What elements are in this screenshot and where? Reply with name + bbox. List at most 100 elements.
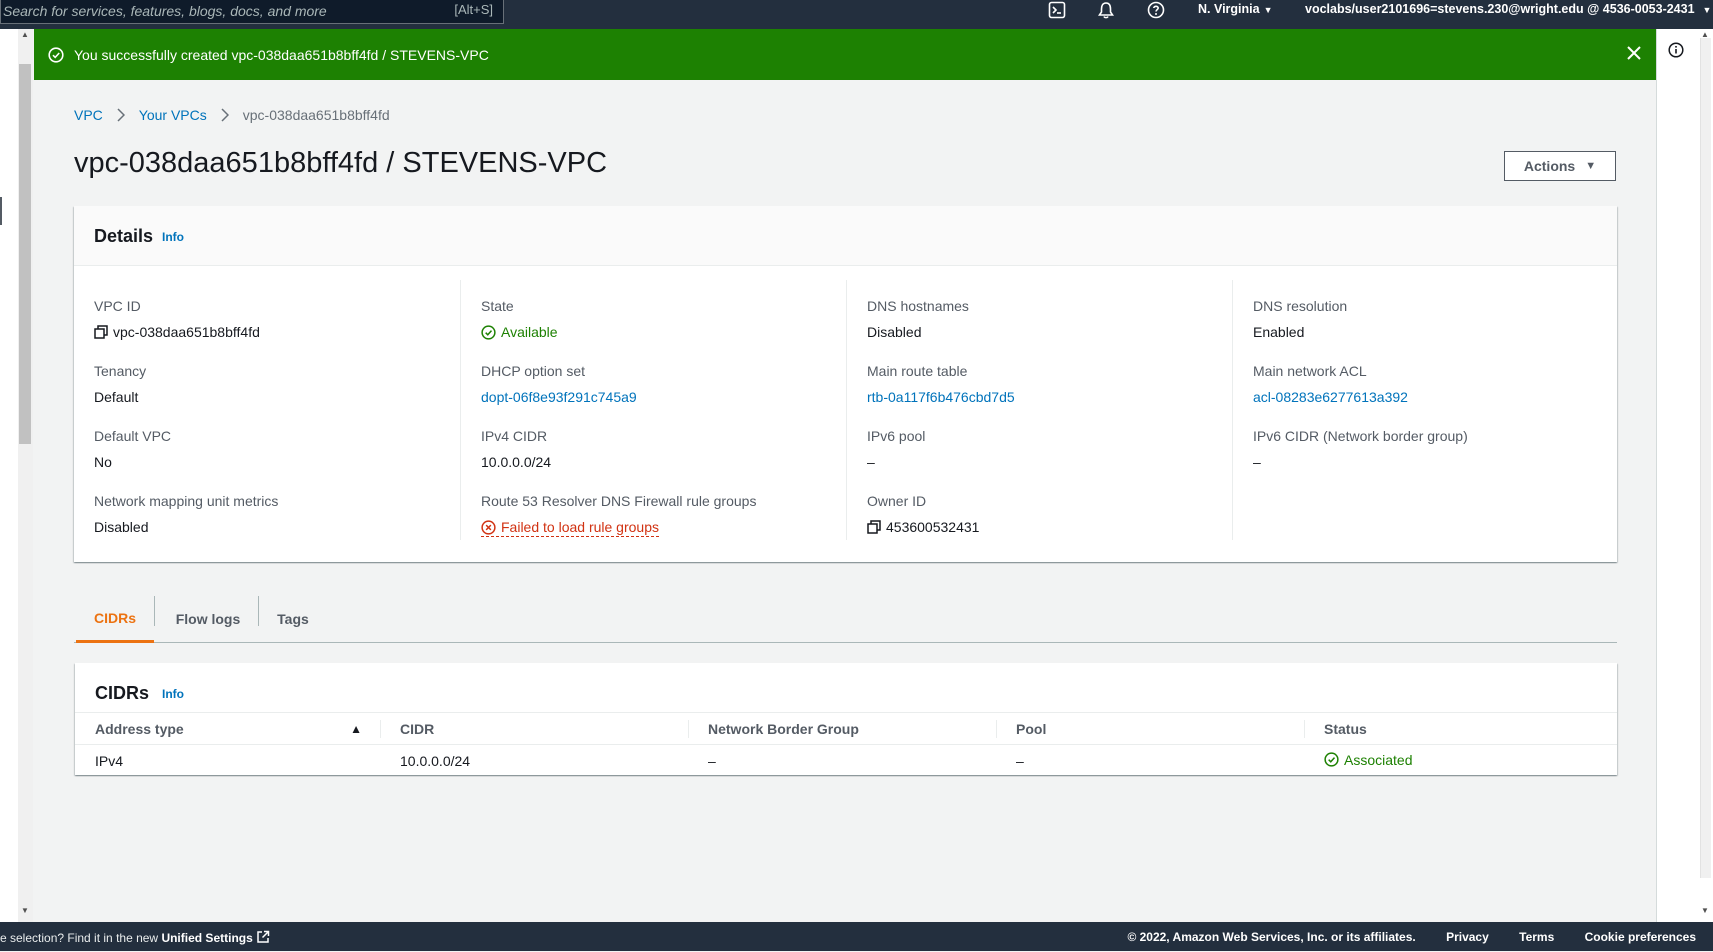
breadcrumb-vpc[interactable]: VPC — [74, 107, 103, 123]
close-icon[interactable] — [1626, 45, 1642, 66]
caret-down-icon: ▼ — [1263, 5, 1273, 15]
details-column-1: VPC ID vpc-038daa651b8bff4fd Tenancy Def… — [74, 280, 460, 540]
field-main-route-table: Main route table rtb-0a117f6b476cbd7d5 — [867, 363, 1015, 405]
table-row[interactable]: IPv4 10.0.0.0/24 – – Associated — [75, 745, 1617, 778]
cloudshell-icon[interactable] — [1045, 0, 1069, 20]
privacy-link[interactable]: Privacy — [1446, 930, 1489, 944]
chevron-right-icon — [117, 108, 125, 122]
field-label: Main route table — [867, 363, 968, 379]
copy-icon[interactable] — [94, 325, 108, 339]
external-link-icon[interactable] — [256, 930, 270, 944]
notice-text: e selection? Find it in the new — [0, 931, 159, 945]
main-network-acl-link[interactable]: acl-08283e6277613a392 — [1253, 389, 1408, 405]
field-route53-firewall: Route 53 Resolver DNS Firewall rule grou… — [481, 493, 756, 537]
breadcrumb: VPC Your VPCs vpc-038daa651b8bff4fd — [74, 107, 390, 123]
info-panel-icon[interactable] — [1668, 42, 1684, 58]
error-icon — [481, 519, 496, 535]
nav-toggle-handle[interactable] — [0, 197, 2, 225]
tab-cidrs[interactable]: CIDRs — [76, 596, 154, 643]
breadcrumb-your-vpcs[interactable]: Your VPCs — [139, 107, 207, 123]
column-header-address-type[interactable]: Address type ▲ — [75, 712, 380, 745]
cell-pool: – — [1016, 753, 1024, 769]
tab-divider — [258, 596, 259, 626]
details-column-3: DNS hostnames Disabled Main route table … — [846, 280, 1233, 540]
field-label: Route 53 Resolver DNS Firewall rule grou… — [481, 493, 757, 509]
scroll-up-arrow-icon[interactable]: ▲ — [1701, 30, 1709, 39]
help-icon[interactable] — [1144, 0, 1168, 20]
field-label: DNS resolution — [1253, 298, 1348, 314]
search-box[interactable]: [Alt+S] — [0, 0, 504, 24]
failed-rule-groups-popover[interactable]: Failed to load rule groups — [481, 519, 659, 537]
tab-divider — [154, 596, 155, 626]
details-header: Details Info — [74, 206, 1617, 266]
field-state: State Available — [481, 298, 558, 340]
field-ipv4-cidr: IPv4 CIDR 10.0.0.0/24 — [481, 428, 551, 470]
field-ipv6-cidr: IPv6 CIDR (Network border group) – — [1253, 428, 1468, 470]
left-scrollbar-thumb[interactable] — [19, 64, 31, 444]
details-column-2: State Available DHCP option set dopt-06f… — [460, 280, 847, 540]
details-panel: Details Info VPC ID vpc-038daa651b8bff4f… — [74, 206, 1617, 562]
field-label: Main network ACL — [1253, 363, 1367, 379]
right-scrollbar-thumb[interactable] — [1700, 38, 1711, 878]
dhcp-option-set-link[interactable]: dopt-06f8e93f291c745a9 — [481, 389, 637, 405]
header-label: Pool — [1016, 720, 1047, 737]
unified-settings-link[interactable]: Unified Settings — [161, 931, 252, 945]
top-navigation-bar: [Alt+S] N. Virginia▼ voclabs/user2101696… — [0, 0, 1713, 29]
cidrs-info-link[interactable]: Info — [162, 687, 184, 701]
footer-links: © 2022, Amazon Web Services, Inc. or its… — [1127, 930, 1696, 944]
field-label: IPv6 CIDR (Network border group) — [1253, 428, 1468, 444]
column-header-status: Status — [1304, 712, 1617, 745]
field-label: Network mapping unit metrics — [94, 493, 279, 509]
field-label: Default VPC — [94, 428, 172, 444]
left-nav-rail — [0, 29, 19, 922]
caret-down-icon: ▼ — [1585, 160, 1597, 172]
field-value: Default — [94, 389, 139, 405]
copyright-text: © 2022, Amazon Web Services, Inc. or its… — [1127, 930, 1416, 944]
field-value: No — [94, 454, 112, 470]
field-main-network-acl: Main network ACL acl-08283e6277613a392 — [1253, 363, 1408, 405]
field-label: DNS hostnames — [867, 298, 969, 314]
account-menu[interactable]: voclabs/user2101696=stevens.230@wright.e… — [1305, 2, 1711, 16]
success-check-icon — [48, 46, 64, 63]
column-header-cidr: CIDR — [380, 712, 688, 745]
terms-link[interactable]: Terms — [1519, 930, 1554, 944]
search-shortcut-hint: [Alt+S] — [454, 2, 493, 17]
scroll-down-arrow-icon[interactable]: ▼ — [21, 906, 29, 915]
column-divider — [688, 720, 689, 738]
column-divider — [1304, 720, 1305, 738]
tab-flow-logs[interactable]: Flow logs — [156, 596, 260, 642]
main-route-table-link[interactable]: rtb-0a117f6b476cbd7d5 — [867, 389, 1015, 405]
column-divider — [380, 720, 381, 738]
scroll-up-arrow-icon[interactable]: ▲ — [21, 30, 29, 39]
copy-icon[interactable] — [867, 520, 881, 534]
right-tools-rail — [1656, 29, 1697, 922]
field-network-mapping: Network mapping unit metrics Disabled — [94, 493, 278, 535]
field-value: 453600532431 — [886, 519, 980, 535]
field-ipv6-pool: IPv6 pool – — [867, 428, 925, 470]
details-title: Details — [94, 226, 154, 246]
header-label: CIDR — [400, 720, 435, 737]
field-label: Tenancy — [94, 363, 147, 379]
cidrs-panel: CIDRs Info Address type ▲ CIDR Network Bo… — [75, 663, 1617, 775]
bell-icon[interactable] — [1094, 0, 1118, 20]
caret-down-icon: ▼ — [1702, 5, 1712, 15]
cell-address-type: IPv4 — [95, 753, 124, 769]
header-label: Status — [1324, 720, 1367, 737]
cidrs-title: CIDRs — [95, 683, 150, 703]
region-selector[interactable]: N. Virginia ▼ — [1198, 2, 1273, 16]
field-dns-hostnames: DNS hostnames Disabled — [867, 298, 969, 340]
search-input[interactable] — [1, 0, 435, 22]
status-text: Associated — [1344, 751, 1413, 768]
cookie-preferences-link[interactable]: Cookie preferences — [1585, 930, 1696, 944]
field-label: State — [481, 298, 514, 314]
field-owner-id: Owner ID 453600532431 — [867, 493, 979, 535]
status-associated-icon — [1324, 752, 1339, 767]
field-vpc-id: VPC ID vpc-038daa651b8bff4fd — [94, 298, 260, 340]
actions-button[interactable]: Actions ▼ — [1504, 151, 1616, 181]
field-dns-resolution: DNS resolution Enabled — [1253, 298, 1347, 340]
field-dhcp-option-set: DHCP option set dopt-06f8e93f291c745a9 — [481, 363, 637, 405]
scroll-down-arrow-icon[interactable]: ▼ — [1701, 906, 1709, 915]
sort-ascending-icon[interactable]: ▲ — [350, 722, 362, 736]
details-info-link[interactable]: Info — [162, 230, 184, 244]
tab-tags[interactable]: Tags — [260, 596, 326, 642]
